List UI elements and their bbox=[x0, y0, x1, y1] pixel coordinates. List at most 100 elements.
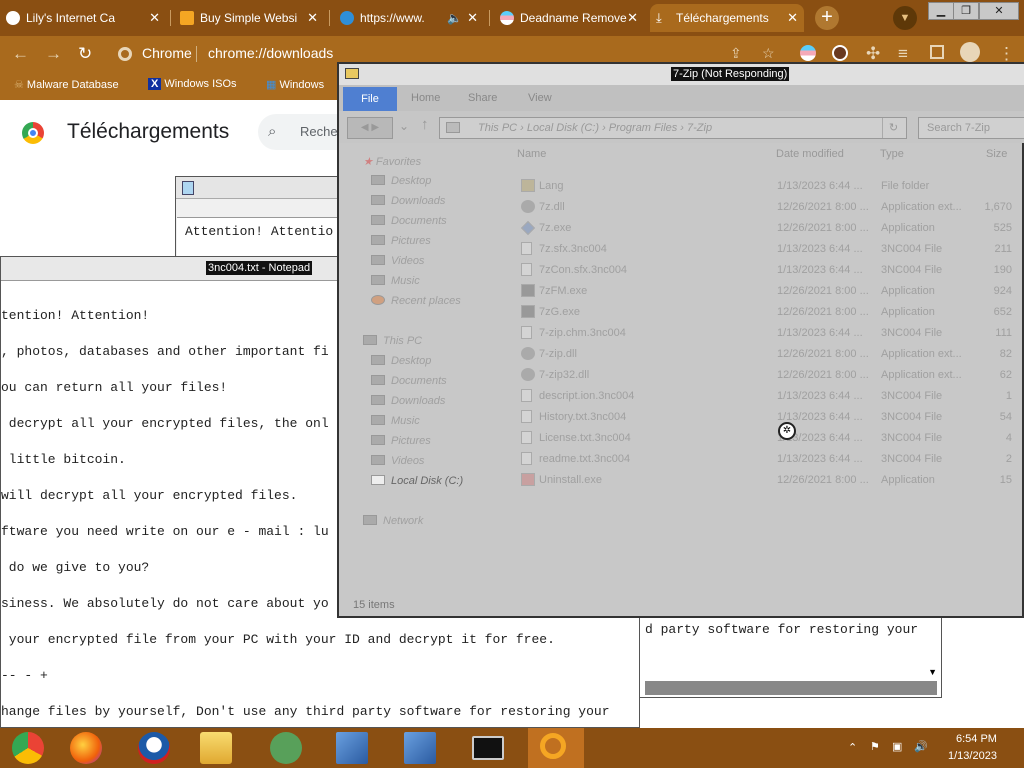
minimize-button[interactable]: ▁ bbox=[928, 2, 954, 20]
close-icon[interactable]: ✕ bbox=[307, 4, 318, 32]
side-panel-icon[interactable] bbox=[930, 45, 944, 59]
menu-icon[interactable]: ⋮ bbox=[998, 44, 1015, 64]
notepad-window-small[interactable]: Attention! Attentio bbox=[175, 176, 345, 262]
file-icon bbox=[521, 452, 532, 465]
file-row[interactable]: 7-zip32.dll 12/26/2021 8:00 ... Applicatio… bbox=[509, 367, 1024, 385]
tab-lilys-internet[interactable]: Lily's Internet Ca ✕ bbox=[0, 4, 166, 32]
tab-search-button[interactable]: ▼ bbox=[893, 6, 917, 30]
taskbar-firefox[interactable] bbox=[58, 728, 114, 768]
taskbar-search[interactable] bbox=[528, 728, 584, 768]
file-size: 4 bbox=[1005, 432, 1012, 444]
file-row[interactable]: 7zG.exe 12/26/2021 8:00 ... Application 652 bbox=[509, 304, 1024, 322]
taskbar-network-app[interactable] bbox=[258, 728, 314, 768]
downloads-search[interactable]: ⌕ Reche bbox=[258, 114, 348, 150]
file-row[interactable]: History.txt.3nc004 1/13/2023 6:44 ... 3NC0… bbox=[509, 409, 1024, 427]
busy-cursor-icon: ✲ bbox=[778, 422, 796, 440]
file-row[interactable]: 7-zip.chm.3nc004 1/13/2023 6:44 ... 3NC004… bbox=[509, 325, 1024, 343]
scroll-down-icon[interactable]: ▼ bbox=[928, 667, 937, 677]
file-explorer-icon bbox=[200, 732, 232, 764]
text-line: hange files by yourself, Don't use any t… bbox=[1, 704, 610, 719]
puzzle-icon[interactable]: ✣ bbox=[866, 44, 880, 64]
reading-list-icon[interactable]: ≡ bbox=[898, 44, 908, 64]
tab-telechargements[interactable]: ⤓ Téléchargements ✕ bbox=[650, 4, 804, 32]
network-icon[interactable]: ▣ bbox=[892, 740, 902, 753]
clock-time[interactable]: 6:54 PM bbox=[956, 733, 997, 745]
file-row[interactable]: 7z.exe 12/26/2021 8:00 ... Application 525 bbox=[509, 220, 1024, 238]
tab-deadname-remover[interactable]: Deadname Remove ✕ bbox=[494, 4, 644, 32]
extension-avatar-icon[interactable] bbox=[832, 45, 848, 61]
extension-flag-icon[interactable] bbox=[800, 45, 816, 61]
close-icon[interactable]: ✕ bbox=[467, 4, 478, 32]
search-icon bbox=[540, 733, 566, 759]
bookmark-label: Windows ISOs bbox=[164, 78, 237, 90]
windows-icon: ▦ bbox=[266, 79, 280, 91]
tab-separator bbox=[329, 10, 330, 26]
taskbar-installer-2[interactable] bbox=[392, 728, 448, 768]
file-size: 54 bbox=[999, 411, 1012, 423]
file-icon bbox=[521, 431, 532, 444]
close-icon[interactable]: ✕ bbox=[627, 4, 638, 32]
profile-icon[interactable] bbox=[960, 42, 980, 62]
file-type: Application bbox=[881, 222, 935, 234]
forward-arrow-icon[interactable]: → bbox=[45, 44, 62, 64]
text-line: do we give to you? bbox=[1, 560, 150, 575]
bookmark-windows[interactable]: ▦ Windows bbox=[266, 78, 324, 91]
flag-icon[interactable]: ⚑ bbox=[870, 740, 880, 753]
notepad-text[interactable]: Attention! Attentio bbox=[177, 217, 343, 257]
globe-icon bbox=[340, 11, 354, 25]
clock-date[interactable]: 1/13/2023 bbox=[948, 750, 997, 762]
file-row[interactable]: descript.ion.3nc004 1/13/2023 6:44 ... 3NC… bbox=[509, 388, 1024, 406]
file-row[interactable]: 7z.dll 12/26/2021 8:00 ... Application ext… bbox=[509, 199, 1024, 217]
reload-icon[interactable]: ↻ bbox=[78, 44, 92, 64]
file-type: Application ext... bbox=[881, 201, 962, 213]
file-row[interactable]: 7zFM.exe 12/26/2021 8:00 ... Application 92… bbox=[509, 283, 1024, 301]
installer-2-icon bbox=[404, 732, 436, 764]
system-tray: ⌃ ⚑ ▣ 🔊 6:54 PM 1/13/2023 bbox=[844, 728, 1024, 768]
tab-buy-simple-websites[interactable]: Buy Simple Websi ✕ bbox=[174, 4, 324, 32]
notepad-text[interactable]: d party software for restoring your bbox=[645, 622, 918, 637]
file-row[interactable]: 7z.sfx.3nc004 1/13/2023 6:44 ... 3NC004 Fi… bbox=[509, 241, 1024, 259]
horizontal-scrollbar[interactable] bbox=[645, 681, 937, 695]
installer-icon bbox=[336, 732, 368, 764]
file-type: 3NC004 File bbox=[881, 453, 943, 465]
notepad-window-back[interactable]: d party software for restoring your ▼ bbox=[626, 612, 942, 698]
taskbar-file-explorer[interactable] bbox=[188, 728, 244, 768]
file-row[interactable]: readme.txt.3nc004 1/13/2023 6:44 ... 3NC00… bbox=[509, 451, 1024, 469]
file-name: 7z.exe bbox=[539, 222, 572, 234]
taskbar-installer[interactable] bbox=[324, 728, 380, 768]
volume-icon[interactable]: 🔊 bbox=[914, 740, 928, 753]
taskbar-command-prompt[interactable] bbox=[460, 728, 516, 768]
file-row[interactable]: 7zCon.sfx.3nc004 1/13/2023 6:44 ... 3NC004… bbox=[509, 262, 1024, 280]
file-date: 12/26/2021 8:00 ... bbox=[777, 348, 869, 360]
close-icon[interactable]: ✕ bbox=[787, 4, 798, 32]
file-size: 62 bbox=[999, 369, 1012, 381]
file-name: 7-zip.chm.3nc004 bbox=[539, 327, 626, 339]
explorer-window[interactable]: 7-Zip (Not Responding) File Home Share V… bbox=[337, 62, 1024, 618]
file-row[interactable]: Uninstall.exe 12/26/2021 8:00 ... Applicat… bbox=[509, 472, 1024, 490]
download-icon: ⤓ bbox=[656, 10, 662, 25]
bookmark-windows-isos[interactable]: X Windows ISOs bbox=[148, 78, 237, 90]
tab-label: Lily's Internet Ca bbox=[26, 11, 115, 25]
file-row[interactable]: Lang 1/13/2023 6:44 ... File folder bbox=[509, 178, 1024, 196]
new-tab-button[interactable]: + bbox=[815, 6, 839, 30]
file-name: 7z.dll bbox=[539, 201, 565, 213]
file-size: 1,670 bbox=[984, 201, 1012, 213]
file-name: License.txt.3nc004 bbox=[539, 432, 631, 444]
file-date: 1/13/2023 6:44 ... bbox=[777, 411, 863, 423]
tab-https[interactable]: https://www. 🔈 ✕ bbox=[334, 4, 484, 32]
speaker-icon[interactable]: 🔈 bbox=[447, 4, 462, 32]
bookmark-malware-database[interactable]: ☠ Malware Database bbox=[14, 78, 119, 91]
file-row[interactable]: License.txt.3nc004 1/13/2023 6:44 ... 3NC0… bbox=[509, 430, 1024, 448]
restore-button[interactable]: ❐ bbox=[953, 2, 979, 20]
chevron-up-icon[interactable]: ⌃ bbox=[848, 741, 857, 754]
close-window-button[interactable]: ✕ bbox=[979, 2, 1019, 20]
file-type: File folder bbox=[881, 180, 930, 192]
file-icon bbox=[521, 410, 532, 423]
taskbar-obama-logo[interactable] bbox=[126, 728, 182, 768]
file-row[interactable]: 7-zip.dll 12/26/2021 8:00 ... Application … bbox=[509, 346, 1024, 364]
chrome-logo-center bbox=[28, 128, 38, 138]
taskbar-chrome-browser[interactable] bbox=[0, 728, 56, 768]
back-arrow-icon[interactable]: ← bbox=[12, 44, 29, 64]
file-name: 7zG.exe bbox=[539, 306, 580, 318]
close-icon[interactable]: ✕ bbox=[149, 4, 160, 32]
